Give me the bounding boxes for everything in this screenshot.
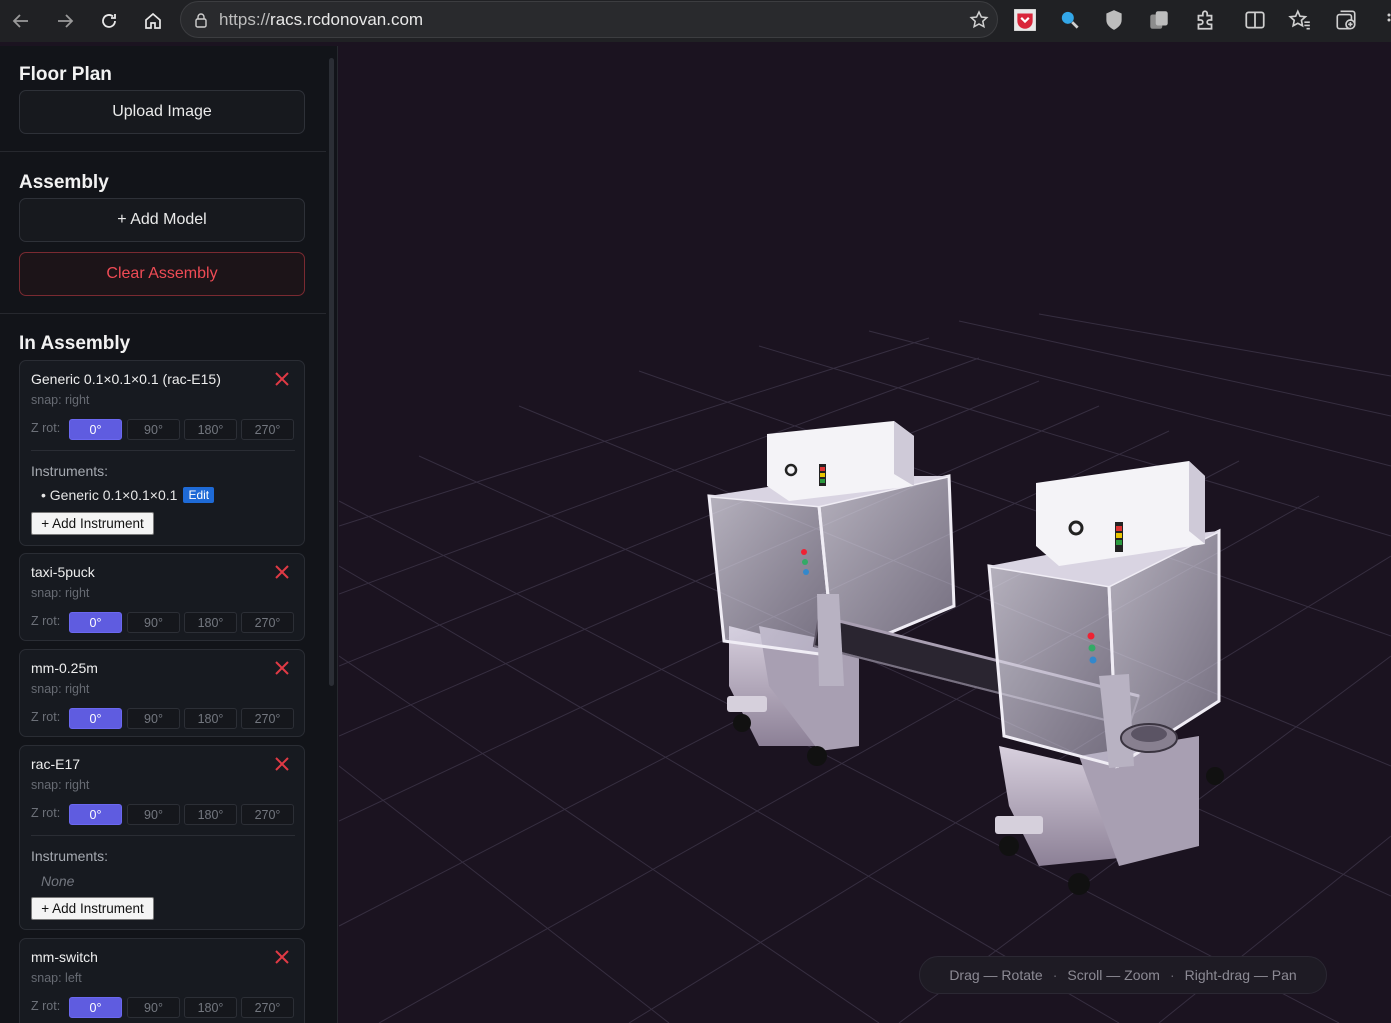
reload-button[interactable] bbox=[94, 6, 124, 36]
rot-90-button[interactable]: 90° bbox=[127, 612, 180, 633]
assembly-item: Generic 0.1×0.1×0.1 (rac-E15) snap: righ… bbox=[19, 360, 305, 546]
rot-0-button[interactable]: 0° bbox=[69, 708, 122, 729]
edit-instrument-button[interactable]: Edit bbox=[183, 487, 215, 503]
assembly-title: Assembly bbox=[19, 172, 109, 193]
snap-label: snap: right bbox=[31, 393, 90, 407]
shield-icon[interactable] bbox=[1102, 8, 1126, 32]
clear-assembly-button[interactable]: Clear Assembly bbox=[19, 252, 305, 296]
z-rot-label: Z rot: bbox=[31, 999, 61, 1013]
rot-90-button[interactable]: 90° bbox=[127, 997, 180, 1018]
z-rot-label: Z rot: bbox=[31, 806, 61, 820]
divider bbox=[0, 313, 326, 314]
assembly-item: taxi-5puck snap: right Z rot: 0° 90° 180… bbox=[19, 553, 305, 641]
snap-label: snap: right bbox=[31, 682, 90, 696]
separator: · bbox=[1052, 967, 1058, 983]
sidebar-panel: Floor Plan Upload Image Assembly + Add M… bbox=[0, 46, 338, 1023]
instruments-label: Instruments: bbox=[31, 463, 109, 479]
extensions-puzzle-icon[interactable] bbox=[1193, 8, 1217, 32]
home-button[interactable] bbox=[138, 6, 168, 36]
3d-viewport[interactable]: Drag — Rotate · Scroll — Zoom · Right-dr… bbox=[339, 46, 1391, 1023]
in-assembly-title: In Assembly bbox=[19, 333, 131, 354]
rot-0-button[interactable]: 0° bbox=[69, 612, 122, 633]
back-button[interactable] bbox=[6, 6, 36, 36]
instrument-name: Generic 0.1×0.1×0.1 bbox=[49, 487, 178, 503]
snap-label: snap: right bbox=[31, 778, 90, 792]
rot-90-button[interactable]: 90° bbox=[127, 804, 180, 825]
rot-180-button[interactable]: 180° bbox=[184, 997, 237, 1018]
remove-item-icon[interactable] bbox=[274, 564, 290, 580]
rot-180-button[interactable]: 180° bbox=[184, 419, 237, 440]
rot-90-button[interactable]: 90° bbox=[127, 708, 180, 729]
forward-button[interactable] bbox=[50, 6, 80, 36]
remove-item-icon[interactable] bbox=[274, 660, 290, 676]
item-name: mm-0.25m bbox=[31, 660, 98, 676]
hint-pan: Right-drag — Pan bbox=[1184, 967, 1297, 983]
z-rot-label: Z rot: bbox=[31, 614, 61, 628]
floor-plan-title: Floor Plan bbox=[19, 64, 112, 85]
rot-180-button[interactable]: 180° bbox=[184, 804, 237, 825]
divider bbox=[31, 835, 295, 836]
controls-hint: Drag — Rotate · Scroll — Zoom · Right-dr… bbox=[919, 956, 1327, 994]
item-name: taxi-5puck bbox=[31, 564, 95, 580]
upload-image-button[interactable]: Upload Image bbox=[19, 90, 305, 134]
remove-item-icon[interactable] bbox=[274, 949, 290, 965]
add-instrument-button[interactable]: + Add Instrument bbox=[31, 897, 154, 920]
rot-270-button[interactable]: 270° bbox=[241, 612, 294, 633]
rot-180-button[interactable]: 180° bbox=[184, 708, 237, 729]
pocket-extension-icon[interactable] bbox=[1013, 8, 1037, 32]
rot-0-button[interactable]: 0° bbox=[69, 997, 122, 1018]
browser-toolbar: https://racs.rcdonovan.com bbox=[0, 0, 1391, 42]
instruments-label: Instruments: bbox=[31, 848, 109, 864]
collections-extension-icon[interactable] bbox=[1147, 8, 1171, 32]
rot-270-button[interactable]: 270° bbox=[241, 997, 294, 1018]
rot-270-button[interactable]: 270° bbox=[241, 804, 294, 825]
split-screen-icon[interactable] bbox=[1243, 8, 1267, 32]
z-rot-label: Z rot: bbox=[31, 710, 61, 724]
rot-180-button[interactable]: 180° bbox=[184, 612, 237, 633]
scene-canvas[interactable] bbox=[339, 46, 1391, 1023]
remove-item-icon[interactable] bbox=[274, 756, 290, 772]
rot-90-button[interactable]: 90° bbox=[127, 419, 180, 440]
assembly-item: mm-0.25m snap: right Z rot: 0° 90° 180° … bbox=[19, 649, 305, 737]
url-text: https://racs.rcdonovan.com bbox=[219, 9, 424, 29]
hint-zoom: Scroll — Zoom bbox=[1067, 967, 1160, 983]
favorite-star-icon[interactable] bbox=[969, 10, 989, 30]
snap-label: snap: right bbox=[31, 586, 90, 600]
rot-270-button[interactable]: 270° bbox=[241, 708, 294, 729]
assembly-item: rac-E17 snap: right Z rot: 0° 90° 180° 2… bbox=[19, 745, 305, 930]
item-name: rac-E17 bbox=[31, 756, 81, 772]
back-arrow-icon bbox=[12, 14, 28, 28]
rot-0-button[interactable]: 0° bbox=[69, 419, 122, 440]
z-rot-label: Z rot: bbox=[31, 421, 61, 435]
rot-0-button[interactable]: 0° bbox=[69, 804, 122, 825]
separator: · bbox=[1169, 967, 1175, 983]
more-menu-icon[interactable] bbox=[1379, 8, 1391, 32]
snap-label: snap: left bbox=[31, 971, 82, 985]
search-extension-icon[interactable] bbox=[1058, 8, 1082, 32]
item-name: Generic 0.1×0.1×0.1 (rac-E15) bbox=[31, 371, 221, 387]
lock-icon bbox=[195, 12, 207, 28]
sidebar-scrollbar[interactable] bbox=[329, 58, 334, 686]
forward-arrow-icon bbox=[58, 14, 74, 28]
favorites-icon[interactable] bbox=[1288, 8, 1312, 32]
remove-item-icon[interactable] bbox=[274, 371, 290, 387]
hint-rotate: Drag — Rotate bbox=[949, 967, 1043, 983]
collections-add-icon[interactable] bbox=[1334, 8, 1358, 32]
assembly-item: mm-switch snap: left Z rot: 0° 90° 180° … bbox=[19, 938, 305, 1023]
rot-270-button[interactable]: 270° bbox=[241, 419, 294, 440]
add-instrument-button[interactable]: + Add Instrument bbox=[31, 512, 154, 535]
no-instruments-label: None bbox=[41, 873, 75, 889]
address-bar[interactable]: https://racs.rcdonovan.com bbox=[180, 1, 998, 38]
add-model-button[interactable]: + Add Model bbox=[19, 198, 305, 242]
home-icon bbox=[145, 12, 161, 29]
instrument-item: • Generic 0.1×0.1×0.1 Edit bbox=[41, 487, 215, 503]
item-name: mm-switch bbox=[31, 949, 98, 965]
reload-icon bbox=[102, 14, 116, 28]
divider bbox=[31, 450, 295, 451]
divider bbox=[0, 151, 326, 152]
bullet: • bbox=[41, 487, 50, 503]
